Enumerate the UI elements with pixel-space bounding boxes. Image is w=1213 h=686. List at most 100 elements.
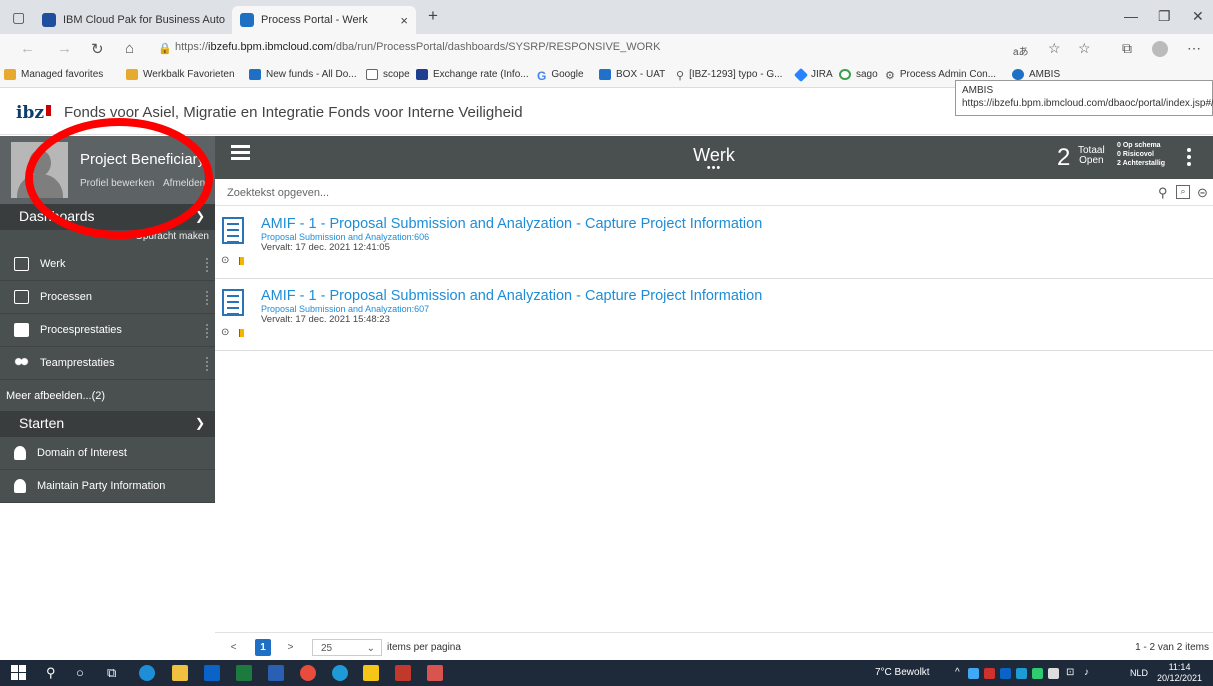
sago-icon (839, 69, 851, 80)
folder-icon (126, 69, 138, 80)
word-icon[interactable] (268, 665, 284, 681)
favorite-new-funds[interactable]: New funds - All Do... (249, 69, 357, 80)
tab-close-icon[interactable]: × (394, 13, 408, 28)
favorite-process-admin[interactable]: ⚙ Process Admin Con... (885, 69, 996, 82)
tray-app-icon[interactable] (968, 668, 979, 679)
go-arrow-icon[interactable]: ⊝ (1197, 185, 1208, 201)
language-indicator[interactable]: NLD (1130, 668, 1148, 678)
drag-handle-icon[interactable] (206, 357, 208, 371)
start-section-header[interactable]: Starten ❯ (0, 411, 215, 437)
outlook-icon[interactable] (204, 665, 220, 681)
sidebar-item-werk[interactable]: Werk (0, 248, 215, 281)
chrome-icon[interactable] (300, 665, 316, 681)
minimize-icon[interactable]: — (1124, 8, 1138, 24)
sidebar-item-procesprestaties[interactable]: Procesprestaties (0, 314, 215, 347)
favorite-ambis[interactable]: AMBIS (1012, 69, 1060, 80)
favorite-scope[interactable]: scope (366, 69, 410, 80)
app-icon[interactable] (427, 665, 443, 681)
cortana-icon[interactable]: ○ (76, 665, 84, 680)
favorite-google[interactable]: G Google (537, 69, 584, 83)
edge-icon[interactable] (139, 665, 155, 681)
flag-icon[interactable] (239, 329, 244, 337)
favorite-jira[interactable]: JIRA (793, 67, 833, 82)
page-size-value: 25 (321, 643, 333, 654)
favorite-managed[interactable]: Managed favorites (4, 69, 103, 80)
task-view-icon[interactable]: ⧉ (107, 665, 116, 681)
profile-icon[interactable] (1152, 41, 1168, 57)
task-subtitle: Proposal Submission and Analyzation:607 (261, 304, 430, 314)
create-task-link[interactable]: Opdracht maken (135, 231, 209, 242)
forward-icon[interactable]: → (57, 40, 72, 57)
tab-close-icon[interactable]: × (225, 13, 230, 28)
favorites-icon[interactable]: ☆ (1078, 40, 1091, 57)
favorite-werkbalk[interactable]: Werkbalk Favorieten (126, 69, 235, 80)
battery-icon[interactable] (1048, 668, 1059, 679)
drag-handle-icon[interactable] (206, 291, 208, 305)
page-1-button[interactable]: 1 (255, 639, 271, 656)
tray-outlook-icon[interactable] (1000, 668, 1011, 679)
tray-skype-icon[interactable] (1016, 668, 1027, 679)
prev-page-button[interactable]: < (226, 639, 241, 656)
show-hidden-icons-icon[interactable]: ^ (955, 667, 960, 678)
excel-icon[interactable] (236, 665, 252, 681)
logout-link[interactable]: Afmelden (163, 178, 205, 189)
sidebar-item-teamprestaties[interactable]: Teamprestaties (0, 347, 215, 380)
kebab-menu-icon[interactable] (1187, 148, 1191, 169)
tab-actions-icon[interactable]: ▢ (12, 9, 25, 26)
tray-app-icon[interactable] (1032, 668, 1043, 679)
edit-profile-link[interactable]: Profiel bewerken (80, 178, 154, 189)
collections-icon[interactable]: ⧉ (1122, 40, 1132, 57)
calendar-app-icon[interactable] (395, 665, 411, 681)
volume-icon[interactable]: ♪ (1084, 667, 1089, 678)
start-item-domain-of-interest[interactable]: Domain of Interest (0, 437, 215, 470)
more-icon[interactable]: ⋯ (1187, 40, 1201, 57)
favorite-sago[interactable]: sago (839, 69, 878, 80)
network-icon[interactable]: ⊡ (1066, 667, 1074, 678)
page-size-select[interactable]: 25 ⌄ (312, 639, 382, 656)
sticky-notes-icon[interactable] (363, 665, 379, 681)
sidebar-item-label: Werk (40, 258, 66, 270)
home-icon[interactable]: ⌂ (125, 40, 134, 57)
favorite-label: BOX - UAT (616, 69, 666, 80)
favorite-exchange-rate[interactable]: Exchange rate (Info... (416, 69, 529, 80)
add-favorite-icon[interactable]: ☆ (1048, 40, 1061, 57)
system-clock[interactable]: 11:14 20/12/2021 (1157, 662, 1202, 684)
document-icon (222, 217, 244, 244)
close-window-icon[interactable]: ✕ (1192, 8, 1204, 25)
next-page-button[interactable]: > (283, 639, 298, 656)
back-icon[interactable]: ← (20, 40, 35, 57)
tab-ibm-cloud-pak[interactable]: IBM Cloud Pak for Business Auto × (34, 6, 230, 34)
drag-handle-icon[interactable] (206, 258, 208, 272)
advanced-search-icon[interactable]: ⌕ (1176, 185, 1190, 199)
status-summary: 0 Op schema 0 Risicovol 2 Achterstallig (1117, 141, 1165, 168)
restore-icon[interactable]: ❐ (1158, 8, 1171, 25)
search-icon[interactable]: ⚲ (46, 665, 56, 681)
read-aloud-icon[interactable]: aあ (1013, 43, 1029, 58)
bug-icon: ⚲ (676, 70, 685, 82)
search-input[interactable] (215, 179, 1095, 206)
task-row[interactable]: AMIF - 1 - Proposal Submission and Analy… (215, 207, 1213, 279)
skype-icon[interactable] (332, 665, 348, 681)
new-tab-button[interactable]: + (428, 6, 438, 26)
favorite-box-uat[interactable]: BOX - UAT (599, 69, 665, 80)
tray-app-icon[interactable] (984, 668, 995, 679)
url-field[interactable]: https://ibzefu.bpm.ibmcloud.com/dba/run/… (175, 41, 660, 53)
task-title[interactable]: AMIF - 1 - Proposal Submission and Analy… (261, 288, 762, 304)
windows-start-icon[interactable] (11, 665, 27, 681)
task-title[interactable]: AMIF - 1 - Proposal Submission and Analy… (261, 216, 762, 232)
drag-handle-icon[interactable] (206, 324, 208, 338)
tab-process-portal[interactable]: Process Portal - Werk × (232, 6, 416, 34)
start-item-maintain-party[interactable]: Maintain Party Information (0, 470, 215, 503)
favorite-ibz-1293[interactable]: ⚲ [IBZ-1293] typo - G... (676, 69, 782, 82)
weather-widget[interactable]: 7°C Bewolkt (875, 667, 930, 678)
search-icon[interactable]: ⚲ (1158, 185, 1168, 201)
file-explorer-icon[interactable] (172, 665, 188, 681)
dashboards-section-header[interactable]: Dashboards ❯ (0, 204, 215, 230)
sidebar-item-processen[interactable]: Processen (0, 281, 215, 314)
flag-icon[interactable] (239, 257, 244, 265)
task-row[interactable]: AMIF - 1 - Proposal Submission and Analy… (215, 279, 1213, 351)
sidebar-more-link[interactable]: Meer afbeelden...(2) (0, 380, 215, 413)
avatar[interactable] (11, 142, 68, 198)
lock-icon[interactable]: 🔒 (158, 42, 172, 55)
refresh-icon[interactable]: ↻ (91, 40, 104, 58)
